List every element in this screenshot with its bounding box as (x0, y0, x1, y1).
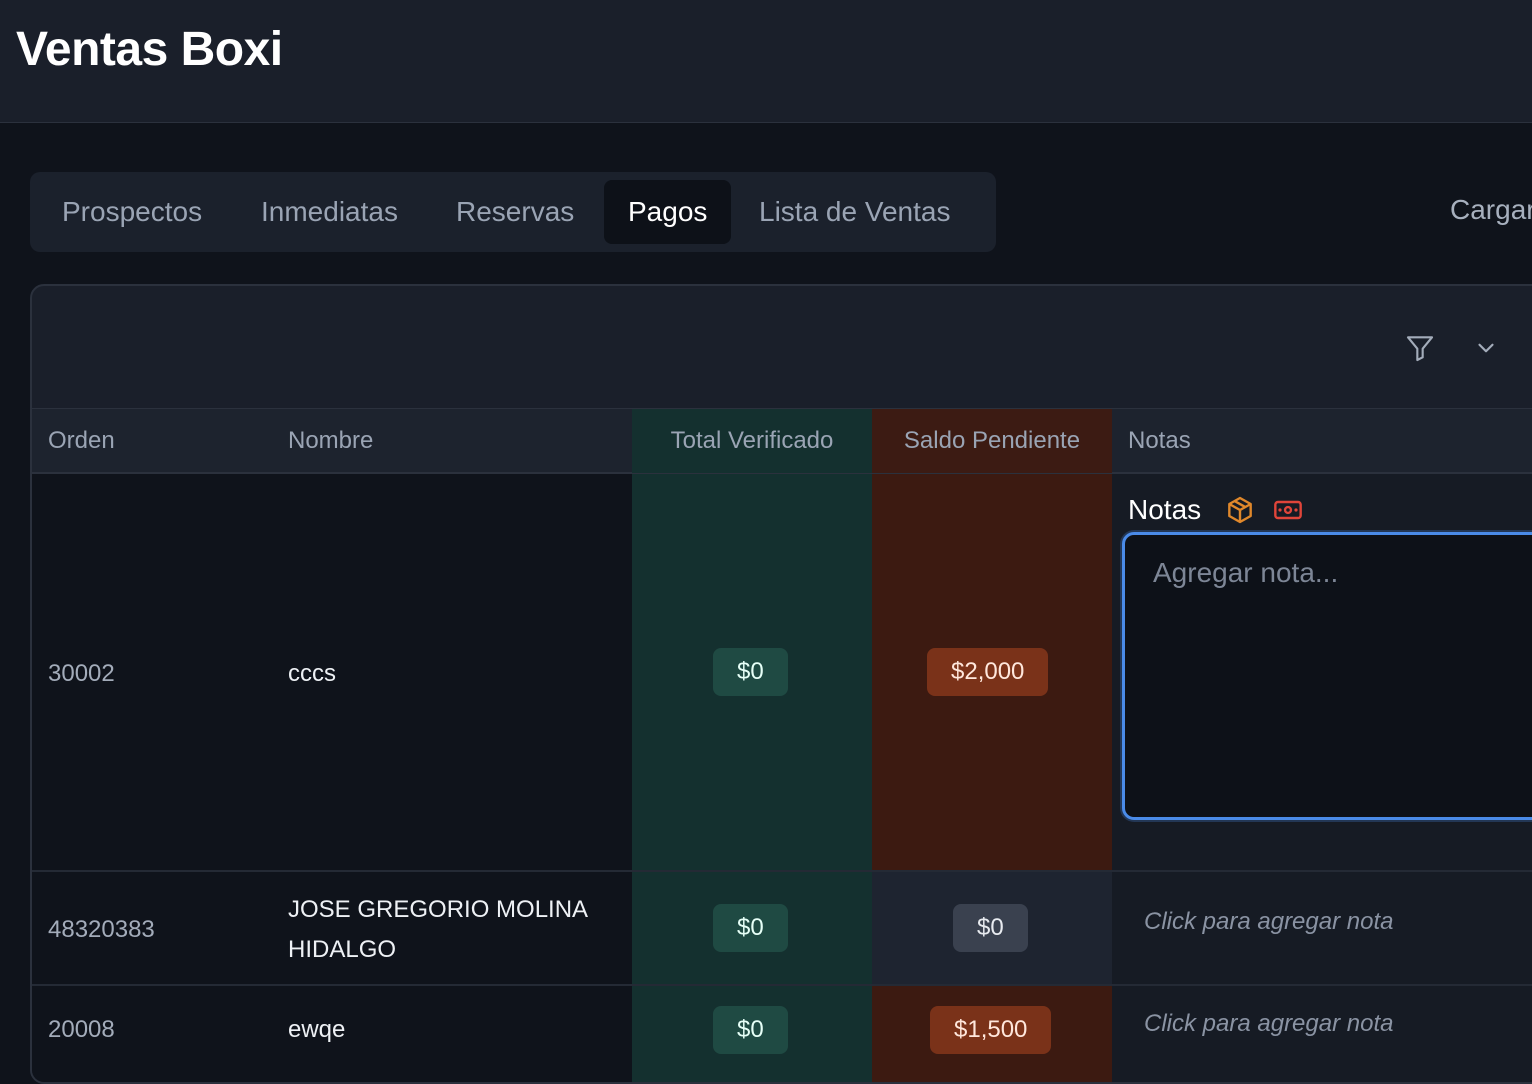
notes-editor-label: Notas (1128, 494, 1202, 525)
filter-button[interactable] (1402, 330, 1438, 366)
nombre-cell: cccs (288, 660, 336, 687)
chevron-down-icon (1478, 343, 1494, 353)
orden-cell: 20008 (48, 1016, 115, 1043)
column-header-notas[interactable]: Notas (1128, 409, 1191, 473)
table-toolbar (32, 286, 1532, 408)
column-header-orden[interactable]: Orden (48, 409, 115, 473)
notas-cell: Click para agregar nota (1112, 986, 1532, 1082)
tab-lista-de-ventas[interactable]: Lista de Ventas (735, 180, 974, 244)
column-header-saldo-pendiente[interactable]: Saldo Pendiente (872, 409, 1112, 473)
banknote-icon[interactable] (1272, 494, 1304, 526)
table-row[interactable]: Click para agregar nota 48320383 JOSE GR… (32, 872, 1532, 986)
table-header: Orden Nombre Total Verificado Saldo Pend… (32, 408, 1532, 474)
nombre-cell: JOSE GREGORIO MOLINA HIDALGO (288, 896, 587, 963)
notas-cell: Notas (1112, 474, 1532, 870)
app-title: Ventas Boxi (16, 23, 283, 76)
app-header: Ventas Boxi (0, 0, 1532, 123)
saldo-pendiente-badge: $2,000 (927, 648, 1049, 696)
saldo-pendiente-badge: $0 (953, 904, 1028, 952)
orden-cell: 30002 (48, 660, 115, 687)
table-row[interactable]: Click para agregar nota 20008 ewqe $0 $1… (32, 986, 1532, 1082)
column-header-total-verificado[interactable]: Total Verificado (632, 409, 872, 473)
cargar-button[interactable]: Cargar (1450, 194, 1532, 226)
table-row[interactable]: Notas 30002 cccs $0 $2,000 (32, 474, 1532, 872)
package-icon[interactable] (1224, 494, 1256, 526)
total-verificado-badge: $0 (713, 648, 788, 696)
tab-inmediatas[interactable]: Inmediatas (237, 180, 422, 244)
saldo-pendiente-badge: $1,500 (930, 1006, 1052, 1054)
total-verificado-badge: $0 (713, 1006, 788, 1054)
notas-cell: Click para agregar nota (1112, 872, 1532, 984)
add-note-prompt[interactable]: Click para agregar nota (1144, 1010, 1393, 1038)
tab-reservas[interactable]: Reservas (432, 180, 598, 244)
tab-prospectos[interactable]: Prospectos (38, 180, 226, 244)
orden-cell: 48320383 (48, 916, 155, 943)
tab-bar: Prospectos Inmediatas Reservas Pagos Lis… (30, 172, 996, 252)
payments-table-panel: Orden Nombre Total Verificado Saldo Pend… (30, 284, 1532, 1084)
tab-pagos[interactable]: Pagos (604, 180, 732, 244)
note-input[interactable] (1122, 532, 1532, 820)
add-note-prompt[interactable]: Click para agregar nota (1144, 908, 1393, 936)
total-verificado-badge: $0 (713, 904, 788, 952)
expand-button[interactable] (1468, 330, 1504, 366)
filter-icon (1406, 336, 1434, 362)
nombre-cell: ewqe (288, 1016, 346, 1043)
column-header-nombre[interactable]: Nombre (288, 409, 373, 473)
